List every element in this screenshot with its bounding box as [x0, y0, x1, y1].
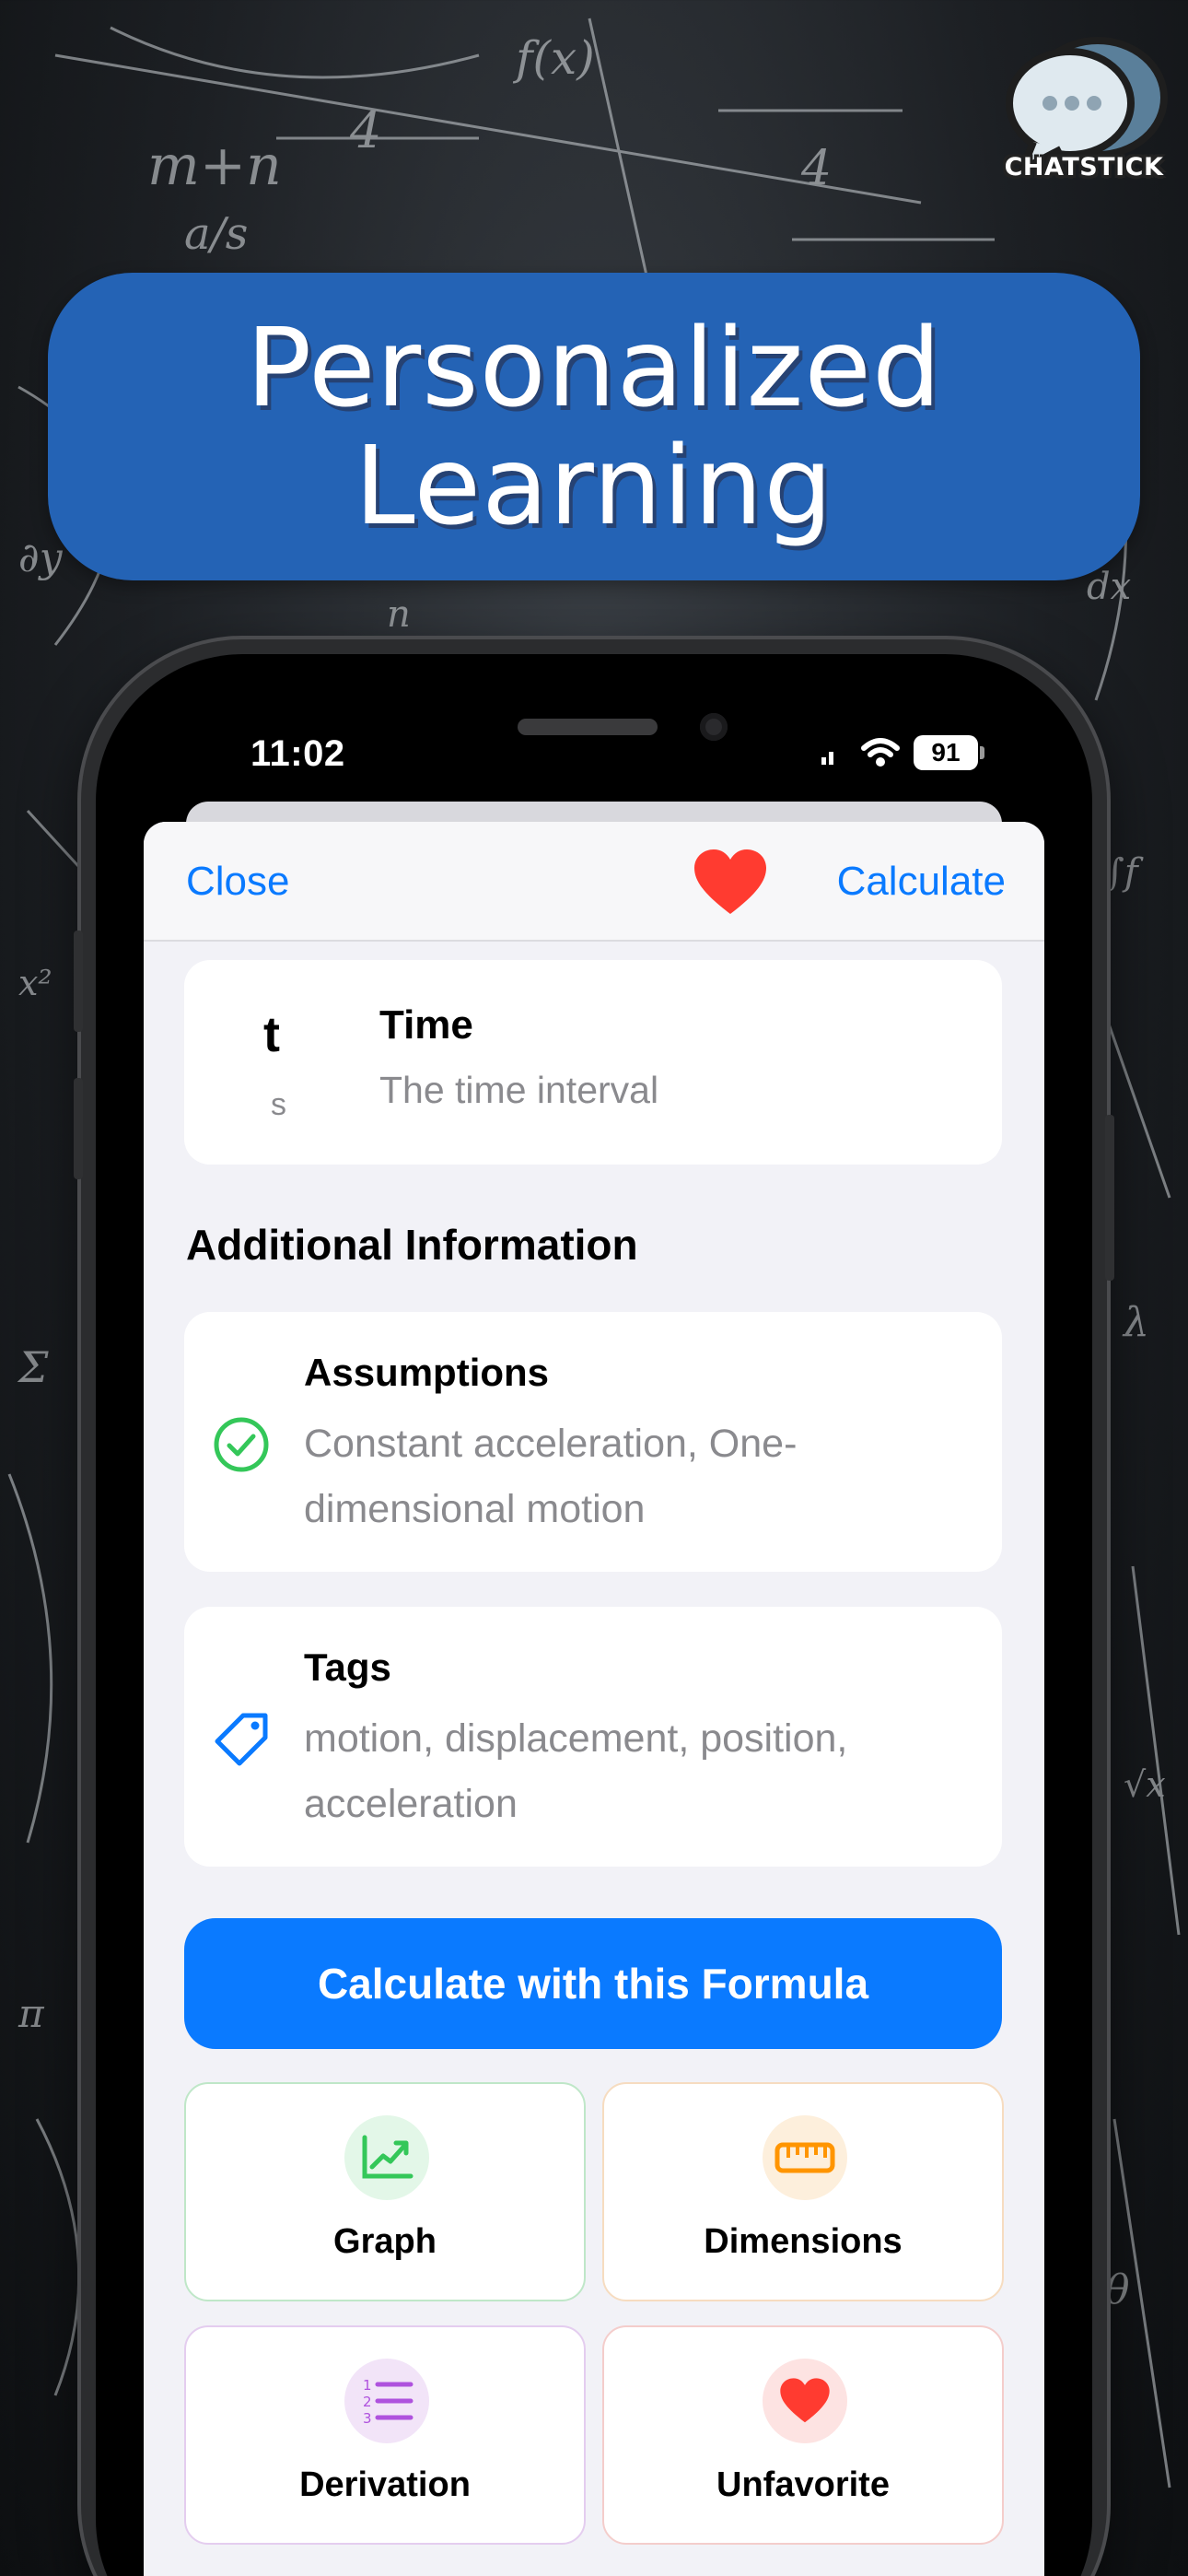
svg-text:√x: √x: [1124, 1764, 1166, 1805]
unfavorite-label: Unfavorite: [716, 2465, 890, 2504]
derivation-label: Derivation: [299, 2465, 471, 2504]
svg-text:θ: θ: [1105, 2266, 1130, 2313]
svg-text:1: 1: [363, 2377, 372, 2394]
svg-text:a/s: a/s: [184, 208, 248, 260]
svg-text:∂y: ∂y: [18, 534, 64, 581]
variable-card: t s Time The time interval: [184, 960, 1002, 1165]
side-button: [1105, 1115, 1114, 1281]
svg-text:4: 4: [349, 101, 381, 159]
svg-text:dx: dx: [1087, 566, 1131, 608]
earpiece: [518, 719, 658, 735]
tags-body: motion, displacement, position, accelera…: [304, 1716, 848, 1826]
side-button: [74, 931, 83, 1032]
assumptions-title: Assumptions: [304, 1351, 550, 1394]
close-button[interactable]: Close: [186, 859, 290, 905]
variable-description: The time interval: [379, 1069, 659, 1111]
calculate-button[interactable]: Calculate: [837, 859, 1006, 905]
checkmark-circle-icon: [214, 1417, 269, 1472]
svg-text:n: n: [387, 593, 411, 636]
derivation-tile[interactable]: 1 2 3 Derivation: [184, 2325, 586, 2545]
svg-text:m+n: m+n: [147, 134, 282, 198]
svg-text:2: 2: [363, 2394, 372, 2410]
banner-title: Personalized Learning: [246, 304, 942, 549]
graph-label: Graph: [333, 2222, 437, 2261]
svg-text:π: π: [17, 1991, 45, 2036]
tags-title: Tags: [304, 1645, 391, 1689]
variable-name: Time: [379, 1002, 473, 1048]
svg-text:3: 3: [363, 2410, 372, 2427]
tags-card: Tags motion, displacement, position, acc…: [184, 1607, 1002, 1867]
assumptions-body: Constant acceleration, One-dimensional m…: [304, 1422, 798, 1531]
ruler-icon: [763, 2115, 847, 2200]
variable-unit: s: [271, 1087, 286, 1122]
numbered-list-icon: 1 2 3: [344, 2359, 429, 2443]
chart-icon: [344, 2115, 429, 2200]
unfavorite-tile[interactable]: Unfavorite: [602, 2325, 1004, 2545]
svg-text:λ: λ: [1122, 1299, 1149, 1346]
section-title: Additional Information: [186, 1221, 638, 1269]
graph-tile[interactable]: Graph: [184, 2082, 586, 2301]
tag-icon: [215, 1713, 268, 1766]
dimensions-tile[interactable]: Dimensions: [602, 2082, 1004, 2301]
svg-text:f(x): f(x): [512, 31, 595, 85]
signal-icon: [821, 752, 833, 765]
navigation-bar: Close Calculate: [144, 822, 1044, 942]
svg-text:x²: x²: [18, 963, 52, 1003]
dimensions-label: Dimensions: [704, 2222, 903, 2261]
front-camera: [700, 713, 728, 741]
variable-symbol: t: [263, 1007, 280, 1062]
calculate-with-formula-button[interactable]: Calculate with this Formula: [184, 1918, 1002, 2049]
wifi-icon: [861, 738, 900, 767]
side-button: [74, 1078, 83, 1179]
assumptions-card: Assumptions Constant acceleration, One-d…: [184, 1312, 1002, 1572]
promo-banner: Personalized Learning: [48, 273, 1140, 580]
svg-text:4: 4: [800, 141, 832, 196]
heart-icon[interactable]: [693, 848, 768, 918]
status-time: 11:02: [250, 733, 345, 774]
heart-icon: [763, 2359, 847, 2443]
svg-text:Σ: Σ: [17, 1342, 49, 1392]
svg-text:∫f: ∫f: [1105, 851, 1144, 894]
logo-label: CHATSTICK: [1004, 153, 1164, 181]
battery-indicator: 91: [914, 735, 984, 770]
status-indicators: 91: [820, 735, 984, 770]
formula-detail-sheet: Close Calculate t s Time The time interv…: [144, 822, 1044, 2576]
